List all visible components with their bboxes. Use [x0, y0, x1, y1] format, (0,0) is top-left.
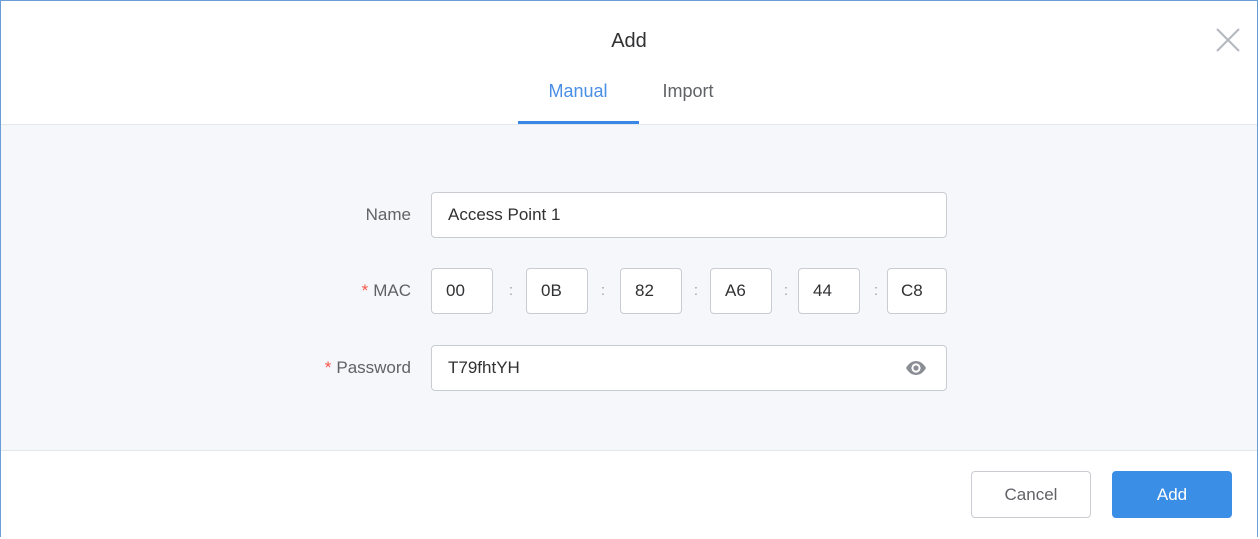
mac-separator: :	[508, 282, 514, 299]
eye-icon[interactable]	[905, 358, 927, 378]
mac-label: * MAC	[361, 281, 411, 300]
dialog-header: Add Manual Import	[1, 1, 1257, 125]
tab-manual-label: Manual	[548, 81, 608, 101]
mac-row: *MAC : : : : :	[1, 268, 1257, 314]
required-mark: *	[324, 358, 332, 377]
tab-bar: Manual Import	[1, 77, 1257, 124]
password-label: * Password	[324, 358, 411, 377]
mac-separator: :	[873, 282, 879, 299]
required-mark: *	[361, 281, 369, 300]
cancel-button[interactable]: Cancel	[971, 471, 1091, 518]
mac-separator: :	[600, 282, 606, 299]
password-row: * Password	[1, 345, 1257, 391]
dialog-footer: Cancel Add	[1, 450, 1257, 539]
mac-octet-6-input[interactable]	[887, 268, 947, 314]
tab-import[interactable]: Import	[651, 77, 741, 123]
mac-octet-5-input[interactable]	[798, 268, 860, 314]
active-tab-indicator	[517, 121, 639, 124]
password-input[interactable]	[431, 345, 947, 391]
name-row: Name	[1, 192, 1257, 238]
close-icon[interactable]	[1213, 25, 1243, 55]
mac-separator: :	[783, 282, 789, 299]
dialog-title: Add	[611, 30, 647, 52]
name-input[interactable]	[431, 192, 947, 238]
tab-import-label: Import	[662, 81, 714, 101]
add-dialog: Add Manual Import Name Access Point 1 * …	[0, 0, 1258, 539]
mac-octet-2-input[interactable]	[526, 268, 588, 314]
mac-octet-1-input[interactable]	[431, 268, 493, 314]
mac-separator: :	[693, 282, 699, 299]
mac-octet-4-input[interactable]	[710, 268, 772, 314]
name-label: Name	[365, 205, 411, 224]
mac-octet-3-input[interactable]	[620, 268, 682, 314]
add-button[interactable]: Add	[1112, 471, 1232, 518]
tab-manual[interactable]: Manual	[517, 77, 639, 124]
dialog-body: Name *MAC : : : : : *Password	[1, 125, 1257, 450]
